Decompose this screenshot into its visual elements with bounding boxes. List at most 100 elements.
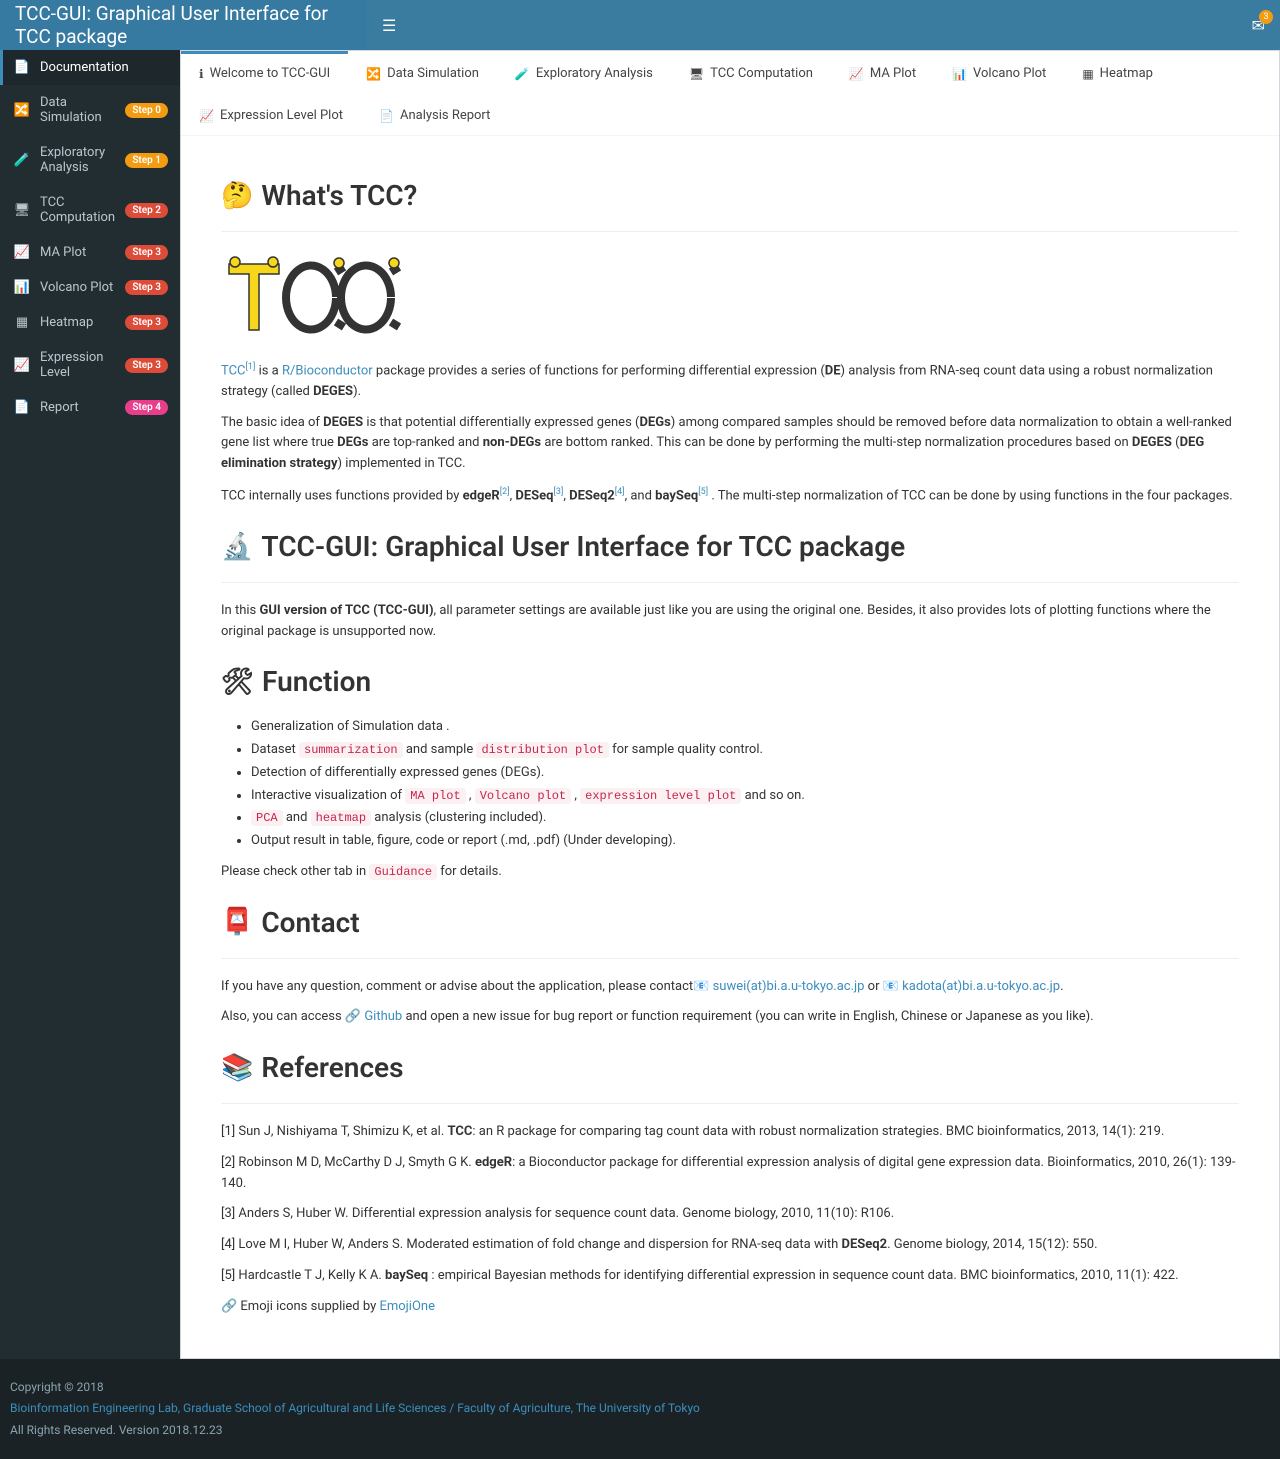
list-item: Generalization of Simulation data . bbox=[251, 717, 1239, 738]
reference-4: [4] Love M I, Huber W, Anders S. Moderat… bbox=[221, 1235, 1239, 1256]
heading-whats-tcc: 🤔What's TCC? bbox=[221, 174, 1239, 219]
step-badge: Step 3 bbox=[125, 315, 168, 330]
sidebar-item-label: Documentation bbox=[40, 60, 168, 75]
footer: Copyright © 2018 Bioinformation Engineer… bbox=[0, 1359, 1280, 1459]
reference-5: [5] Hardcastle T J, Kelly K A. baySeq : … bbox=[221, 1266, 1239, 1287]
sidebar: 📄 Documentation 🔀 Data Simulation Step 0… bbox=[0, 50, 180, 1359]
sidebar-item-exploratory-analysis[interactable]: 🧪 Exploratory Analysis Step 1 bbox=[0, 135, 180, 185]
sidebar-item-report[interactable]: 📄 Report Step 4 bbox=[0, 390, 180, 425]
tab-data-simulation[interactable]: 🔀Data Simulation bbox=[348, 51, 497, 93]
intro-paragraph-3: TCC internally uses functions provided b… bbox=[221, 485, 1239, 507]
tools-icon: 🛠 bbox=[221, 662, 254, 704]
sidebar-item-expression-level[interactable]: 📈 Expression Level Step 3 bbox=[0, 340, 180, 390]
sidebar-item-label: MA Plot bbox=[40, 245, 125, 260]
link-email-2[interactable]: kadota(at)bi.a.u-tokyo.ac.jp bbox=[902, 979, 1060, 994]
tcc-logo bbox=[221, 252, 1239, 350]
messages-badge: 3 bbox=[1259, 10, 1273, 24]
heading-references: 📚References bbox=[221, 1046, 1239, 1091]
step-badge: Step 0 bbox=[125, 103, 168, 118]
tab-exploratory-analysis[interactable]: 🧪Exploratory Analysis bbox=[497, 51, 671, 93]
emoji-credit: 🔗 Emoji icons supplied by EmojiOne bbox=[221, 1297, 1239, 1318]
step-badge: Step 4 bbox=[125, 400, 168, 415]
reference-3: [3] Anders S, Huber W. Differential expr… bbox=[221, 1204, 1239, 1225]
messages-icon[interactable]: ✉ 3 bbox=[1252, 16, 1265, 35]
file-icon: 📄 bbox=[379, 109, 394, 123]
link-emojione[interactable]: EmojiOne bbox=[379, 1299, 435, 1314]
step-badge: Step 1 bbox=[125, 153, 168, 168]
sidebar-toggle[interactable]: ☰ bbox=[367, 16, 411, 35]
guidance-note: Please check other tab in Guidance for d… bbox=[221, 862, 1239, 883]
sidebar-item-label: Exploratory Analysis bbox=[40, 145, 125, 175]
link-github[interactable]: Github bbox=[364, 1009, 402, 1024]
link-rbioconductor[interactable]: R/Bioconductor bbox=[282, 363, 373, 378]
footer-copyright: Copyright © 2018 bbox=[10, 1377, 1270, 1399]
list-item: PCA and heatmap analysis (clustering inc… bbox=[251, 808, 1239, 829]
step-badge: Step 2 bbox=[125, 203, 168, 218]
bar-chart-icon: 📊 bbox=[12, 280, 32, 295]
sidebar-item-label: Expression Level bbox=[40, 350, 125, 380]
grid-icon: ▦ bbox=[1082, 67, 1093, 81]
list-item: Dataset summarization and sample distrib… bbox=[251, 740, 1239, 761]
sidebar-item-label: Heatmap bbox=[40, 315, 125, 330]
shuffle-icon: 🔀 bbox=[366, 67, 381, 81]
link-tcc[interactable]: TCC bbox=[221, 363, 246, 378]
line-chart-icon: 📈 bbox=[12, 358, 32, 373]
sidebar-item-documentation[interactable]: 📄 Documentation bbox=[0, 50, 180, 85]
reference-1: [1] Sun J, Nishiyama T, Shimizu K, et al… bbox=[221, 1122, 1239, 1143]
step-badge: Step 3 bbox=[125, 245, 168, 260]
thinking-face-icon: 🤔 bbox=[221, 176, 253, 218]
function-list: Generalization of Simulation data . Data… bbox=[251, 717, 1239, 852]
sidebar-item-tcc-computation[interactable]: 🖥 TCC Computation Step 2 bbox=[0, 185, 180, 235]
document-icon: 📄 bbox=[12, 60, 32, 75]
tab-analysis-report[interactable]: 📄Analysis Report bbox=[361, 93, 508, 135]
grid-icon: ▦ bbox=[12, 315, 32, 330]
sidebar-item-label: TCC Computation bbox=[40, 195, 125, 225]
sidebar-item-volcano-plot[interactable]: 📊 Volcano Plot Step 3 bbox=[0, 270, 180, 305]
shuffle-icon: 🔀 bbox=[12, 103, 32, 118]
postbox-icon: 📮 bbox=[221, 902, 253, 944]
flask-icon: 🧪 bbox=[12, 153, 32, 168]
list-item: Output result in table, figure, code or … bbox=[251, 831, 1239, 852]
app-title: TCC-GUI: Graphical User Interface for TC… bbox=[0, 0, 367, 50]
intro-paragraph-1: TCC[1] is a R/Bioconductor package provi… bbox=[221, 360, 1239, 403]
sidebar-item-data-simulation[interactable]: 🔀 Data Simulation Step 0 bbox=[0, 85, 180, 135]
tabs-bar: ℹWelcome to TCC-GUI 🔀Data Simulation 🧪Ex… bbox=[181, 51, 1279, 136]
tab-welcome[interactable]: ℹWelcome to TCC-GUI bbox=[181, 51, 348, 93]
bar-chart-icon: 📊 bbox=[952, 67, 967, 81]
reference-2: [2] Robinson M D, McCarthy D J, Smyth G … bbox=[221, 1153, 1239, 1195]
tab-ma-plot[interactable]: 📈MA Plot bbox=[831, 51, 934, 93]
heading-contact: 📮Contact bbox=[221, 901, 1239, 946]
gui-paragraph: In this GUI version of TCC (TCC-GUI), al… bbox=[221, 601, 1239, 643]
flask-icon: 🧪 bbox=[515, 67, 530, 81]
line-chart-icon: 📈 bbox=[199, 109, 214, 123]
microscope-icon: 🔬 bbox=[221, 527, 253, 569]
sidebar-item-label: Report bbox=[40, 400, 125, 415]
app-header: TCC-GUI: Graphical User Interface for TC… bbox=[0, 0, 1280, 50]
sidebar-item-heatmap[interactable]: ▦ Heatmap Step 3 bbox=[0, 305, 180, 340]
line-chart-icon: 📈 bbox=[849, 67, 864, 81]
heading-tcc-gui: 🔬TCC-GUI: Graphical User Interface for T… bbox=[221, 525, 1239, 570]
tab-heatmap[interactable]: ▦Heatmap bbox=[1064, 51, 1171, 93]
info-icon: ℹ bbox=[199, 67, 204, 81]
main-content: ℹWelcome to TCC-GUI 🔀Data Simulation 🧪Ex… bbox=[180, 50, 1280, 1359]
contact-paragraph-1: If you have any question, comment or adv… bbox=[221, 977, 1239, 998]
line-chart-icon: 📈 bbox=[12, 245, 32, 260]
footer-rights: All Rights Reserved. Version 2018.12.23 bbox=[10, 1420, 1270, 1442]
step-badge: Step 3 bbox=[125, 280, 168, 295]
list-item: Interactive visualization of MA plot , V… bbox=[251, 786, 1239, 807]
step-badge: Step 3 bbox=[125, 358, 168, 373]
books-icon: 📚 bbox=[221, 1048, 253, 1090]
sidebar-item-ma-plot[interactable]: 📈 MA Plot Step 3 bbox=[0, 235, 180, 270]
footer-lab-link[interactable]: Bioinformation Engineering Lab, Graduate… bbox=[10, 1401, 700, 1415]
file-icon: 📄 bbox=[12, 400, 32, 415]
tab-tcc-computation[interactable]: 🖥TCC Computation bbox=[671, 51, 831, 93]
contact-paragraph-2: Also, you can access 🔗 Github and open a… bbox=[221, 1007, 1239, 1028]
sidebar-item-label: Volcano Plot bbox=[40, 280, 125, 295]
heading-function: 🛠Function bbox=[221, 660, 1239, 705]
tab-expression-level-plot[interactable]: 📈Expression Level Plot bbox=[181, 93, 361, 135]
link-email-1[interactable]: suwei(at)bi.a.u-tokyo.ac.jp bbox=[713, 979, 865, 994]
desktop-icon: 🖥 bbox=[689, 67, 704, 81]
tab-volcano-plot[interactable]: 📊Volcano Plot bbox=[934, 51, 1064, 93]
list-item: Detection of differentially expressed ge… bbox=[251, 763, 1239, 784]
sidebar-item-label: Data Simulation bbox=[40, 95, 125, 125]
